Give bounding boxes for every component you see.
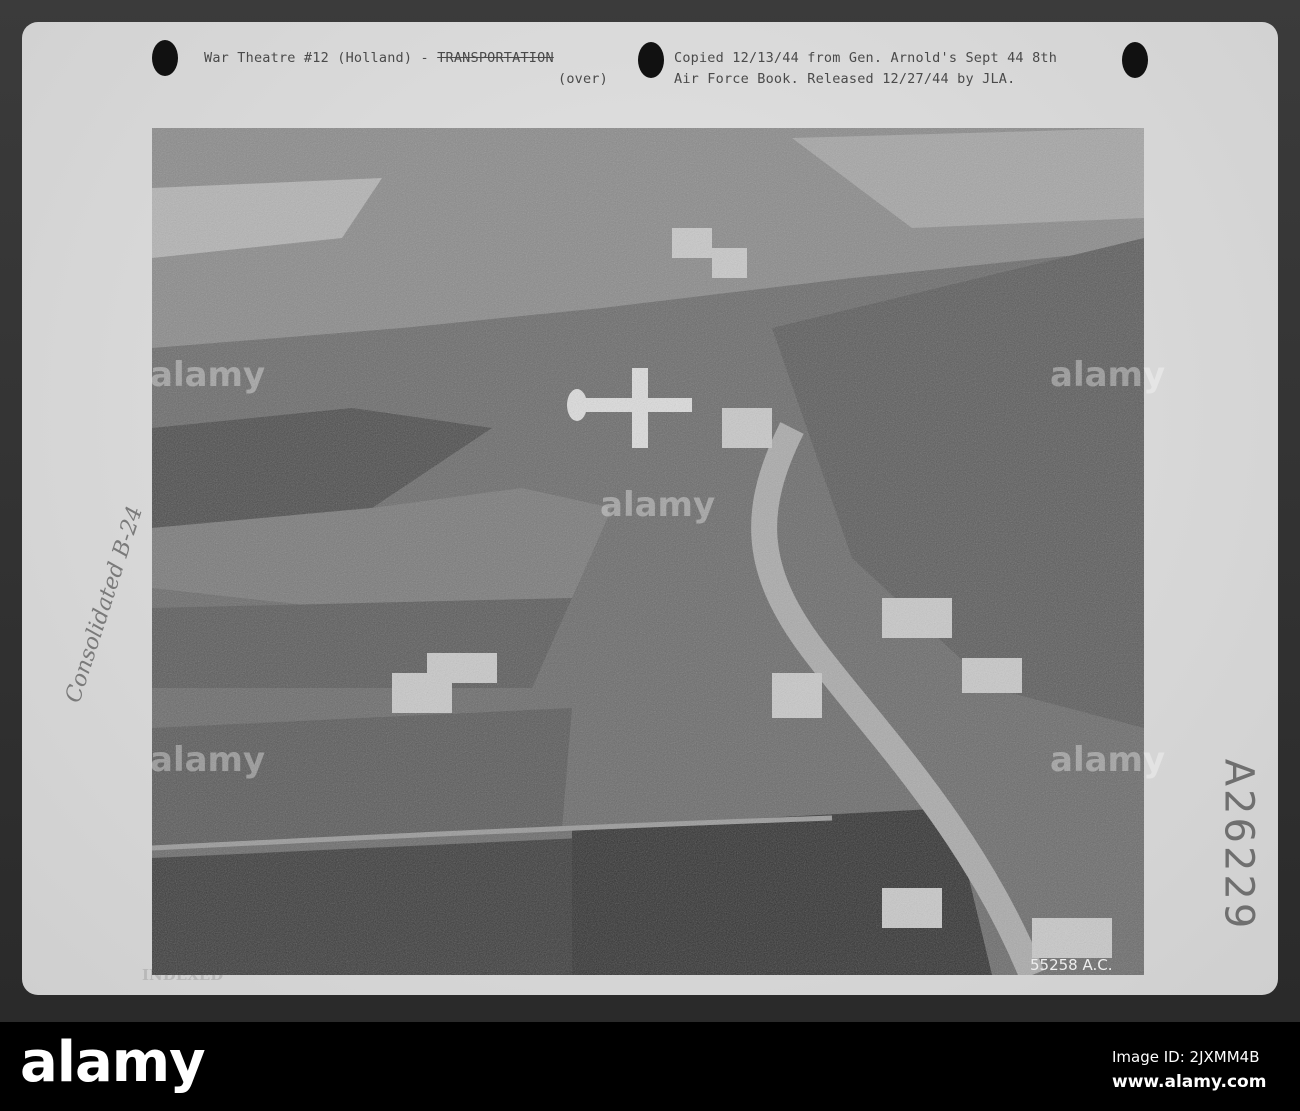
watermark: alamy	[150, 355, 266, 395]
punch-hole	[638, 42, 664, 78]
alamy-logo: alamy	[20, 1030, 206, 1095]
watermark: alamy	[150, 740, 266, 780]
caption-released: Air Force Book. Released 12/27/44 by JLA…	[674, 71, 1016, 87]
punch-hole	[152, 40, 178, 76]
negative-number: 55258 A.C.	[1030, 956, 1113, 974]
site-url: www.alamy.com	[1112, 1072, 1267, 1092]
aerial-photograph: 55258 A.C.	[152, 128, 1144, 975]
handwritten-catalog-number: A26229	[1215, 758, 1262, 932]
watermark: alamy	[600, 485, 716, 525]
caption-title: War Theatre #12 (Holland) - TRANSPORTATI…	[204, 50, 554, 66]
watermark: alamy	[1050, 740, 1166, 780]
punch-hole	[1122, 42, 1148, 78]
caption-theatre: War Theatre #12 (Holland) -	[204, 50, 438, 66]
watermark: alamy	[1050, 355, 1166, 395]
aerial-village-scene: 55258 A.C.	[152, 128, 1144, 975]
caption-over: (over)	[558, 71, 608, 87]
footer-bar: alamy Image ID: 2JXMM4B www.alamy.com	[0, 1022, 1300, 1111]
caption-copied: Copied 12/13/44 from Gen. Arnold's Sept …	[674, 50, 1058, 66]
image-id: Image ID: 2JXMM4B	[1112, 1048, 1260, 1066]
caption-category: TRANSPORTATION	[437, 50, 554, 66]
handwritten-aircraft-note: Consolidated B-24	[60, 503, 149, 706]
